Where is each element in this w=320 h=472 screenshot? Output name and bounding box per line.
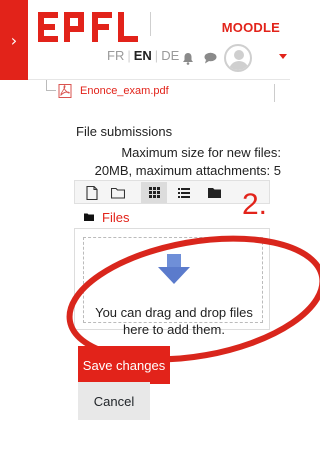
folder-icon bbox=[84, 213, 94, 221]
save-changes-button[interactable]: Save changes bbox=[78, 346, 170, 384]
epfl-logo[interactable] bbox=[38, 8, 142, 48]
pdf-icon bbox=[58, 84, 72, 98]
header-divider bbox=[150, 12, 151, 36]
create-folder-icon[interactable] bbox=[109, 184, 127, 202]
chevron-down-icon[interactable] bbox=[279, 54, 287, 59]
view-mode-group bbox=[141, 182, 229, 203]
max-size-info: Maximum size for new files: 20MB, maximu… bbox=[61, 144, 281, 180]
scroll-edge bbox=[274, 84, 275, 102]
grid-view-icon[interactable] bbox=[141, 182, 167, 203]
breadcrumb-files[interactable]: Files bbox=[102, 210, 129, 225]
chat-icon[interactable] bbox=[200, 48, 220, 68]
lang-fr[interactable]: FR bbox=[104, 48, 127, 63]
add-file-icon[interactable] bbox=[83, 184, 101, 202]
filepicker-breadcrumb: Files bbox=[74, 206, 270, 228]
bell-icon[interactable] bbox=[178, 48, 198, 68]
avatar-head bbox=[234, 50, 244, 60]
language-switcher: FR | EN | DE bbox=[104, 48, 182, 63]
lang-en[interactable]: EN bbox=[131, 48, 155, 63]
cancel-button[interactable]: Cancel bbox=[78, 382, 150, 420]
max-size-line-1: Maximum size for new files: bbox=[121, 145, 281, 160]
chevron-right-icon: › bbox=[10, 30, 18, 50]
header-icons bbox=[178, 44, 252, 72]
tree-view-icon[interactable] bbox=[201, 182, 227, 203]
tree-connector bbox=[46, 80, 56, 91]
filepicker-toolbar bbox=[74, 180, 270, 204]
attachment-filename[interactable]: Enonce_exam.pdf bbox=[80, 85, 169, 97]
attachment-link[interactable]: Enonce_exam.pdf bbox=[58, 84, 169, 98]
file-submissions-label: File submissions bbox=[76, 124, 173, 139]
avatar-body bbox=[229, 61, 249, 70]
site-header: › MOODLE FR | EN | DE bbox=[0, 0, 290, 80]
max-size-line-2: 20MB, maximum attachments: 5 bbox=[94, 163, 281, 178]
avatar[interactable] bbox=[224, 44, 252, 72]
drawer-toggle-button[interactable]: › bbox=[0, 0, 28, 80]
annotation-number: 2. bbox=[242, 188, 268, 221]
moodle-home-link[interactable]: MOODLE bbox=[222, 20, 280, 35]
list-view-icon[interactable] bbox=[171, 182, 197, 203]
